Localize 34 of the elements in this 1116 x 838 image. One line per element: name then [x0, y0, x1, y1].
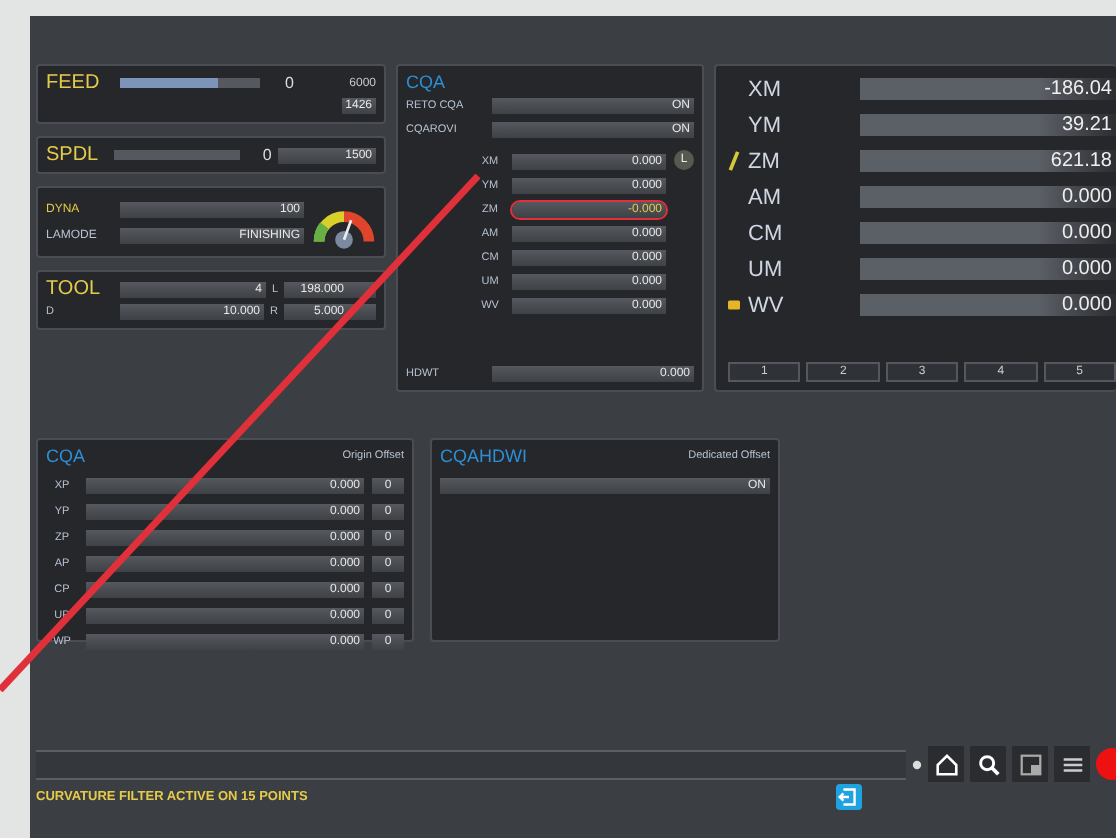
slash-icon: [728, 150, 740, 172]
axis-position: 621.18: [860, 150, 1116, 172]
axis-position: -186.04: [860, 78, 1116, 100]
offset-title: CQA: [46, 446, 86, 466]
cqa-title: CQA: [406, 72, 448, 92]
hdwi-title: CQAHDWI: [440, 446, 527, 466]
axis-name: CM: [748, 221, 785, 245]
axis-position: 0.000: [860, 258, 1116, 280]
axis-position: 0.000: [860, 222, 1116, 244]
search-icon: [975, 751, 1001, 777]
axis-name: AM: [748, 185, 783, 209]
window-button[interactable]: [1012, 746, 1048, 782]
home-icon: [933, 751, 959, 777]
spindle-bar: [113, 150, 241, 160]
axis-position: 0.000: [860, 294, 1116, 316]
axis-name: ZM: [748, 149, 782, 173]
axis-name: UM: [748, 257, 785, 281]
feed-label: FEED: [46, 72, 102, 94]
feed-bar: [120, 78, 260, 88]
dot-icon: [912, 759, 922, 769]
tool-label: TOOL: [46, 278, 103, 300]
spindle-label: SPDL: [46, 144, 101, 166]
axis-name: YM: [748, 113, 783, 137]
exit-icon[interactable]: [836, 784, 862, 810]
spindle-value: 0: [260, 146, 272, 164]
axis-position: 39.21: [860, 114, 1116, 136]
axis-name: XM: [748, 77, 783, 101]
axis-name: WV: [748, 293, 786, 317]
feed-value: 0: [283, 74, 294, 92]
home-button[interactable]: [928, 746, 964, 782]
menu-button[interactable]: [1054, 746, 1090, 782]
window-icon: [1017, 751, 1043, 777]
search-button[interactable]: [970, 746, 1006, 782]
axis-position: 0.000: [860, 186, 1116, 208]
